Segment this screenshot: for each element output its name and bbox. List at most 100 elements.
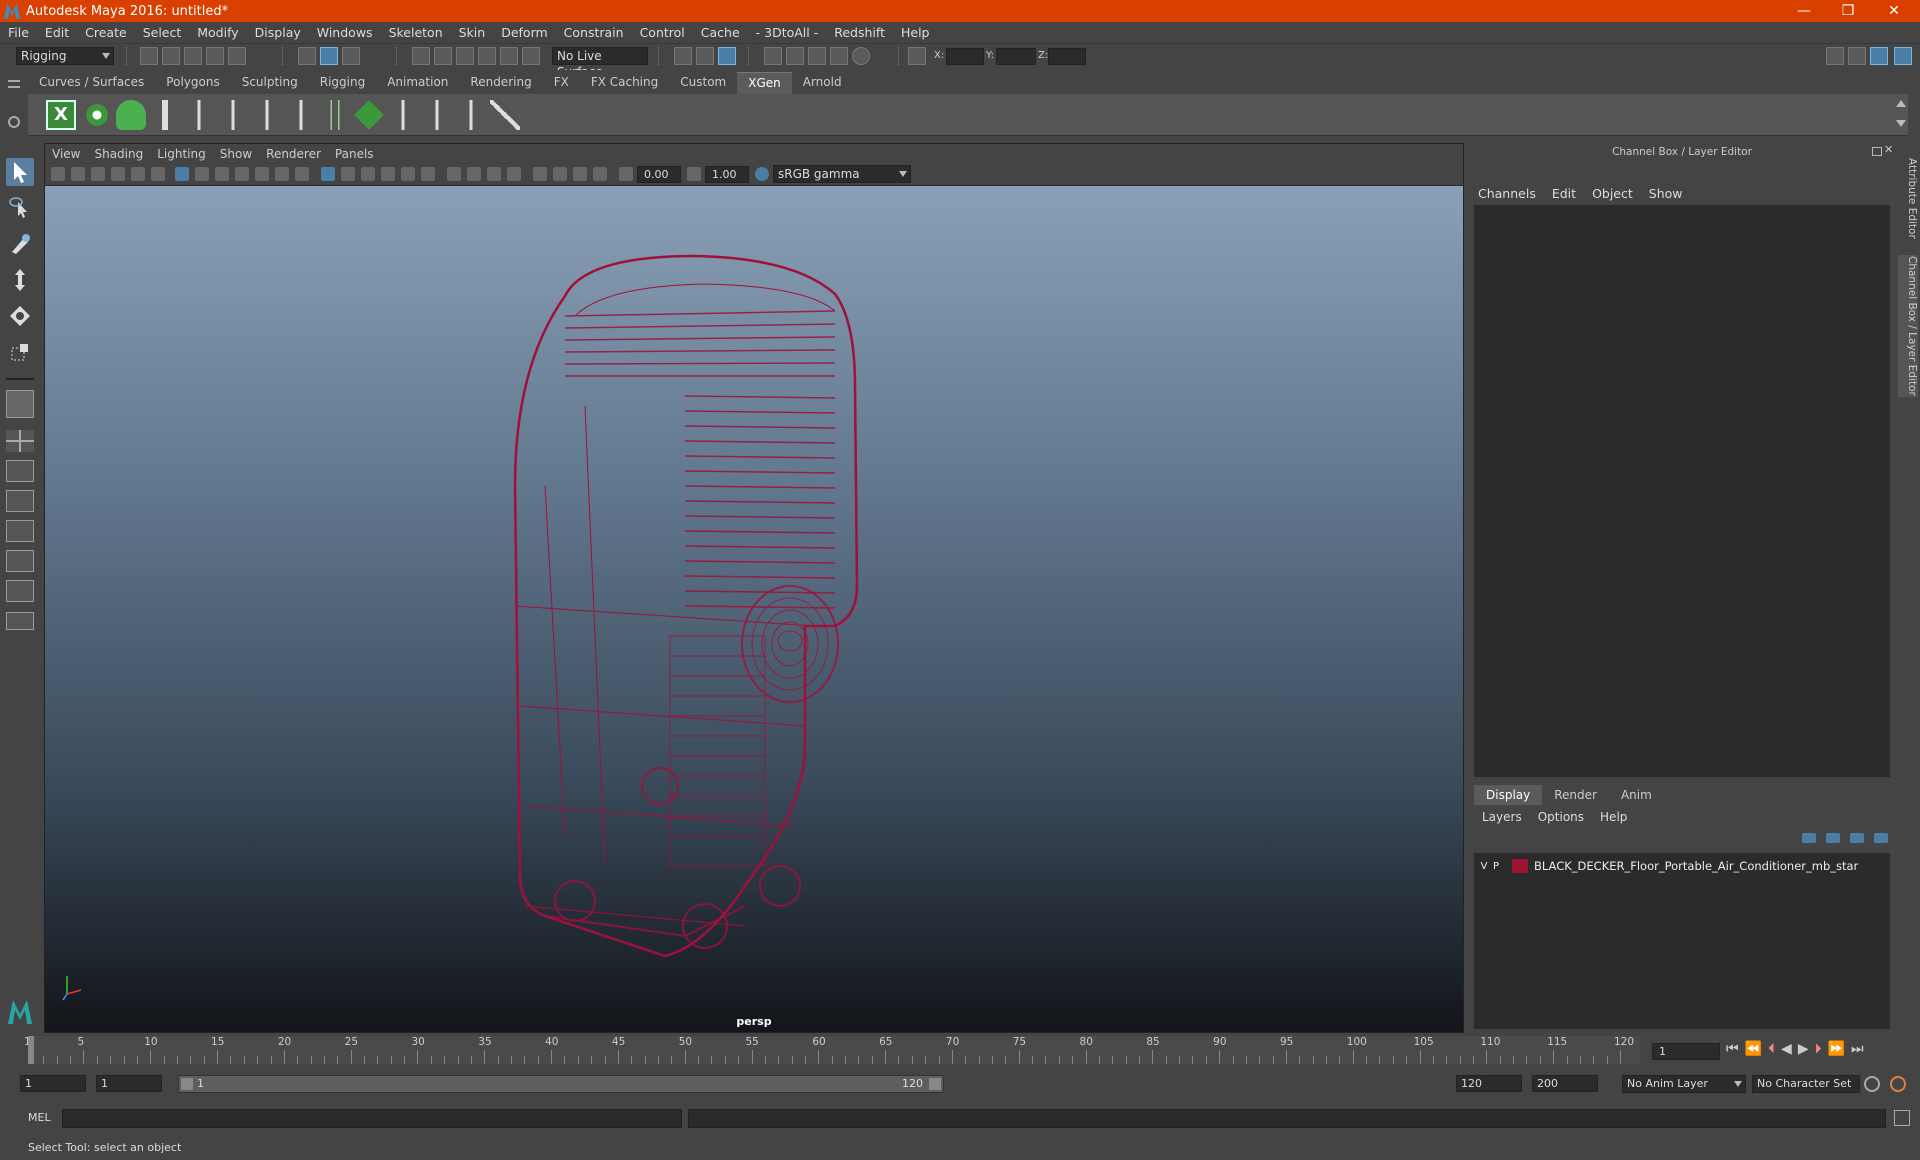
play-backward-icon[interactable]: ◀ [1781, 1041, 1798, 1057]
redo-icon[interactable] [228, 47, 246, 65]
shelf-gear-icon[interactable] [8, 116, 20, 128]
layer-editor-toggle-icon[interactable] [1894, 47, 1912, 65]
y-field[interactable] [996, 48, 1036, 65]
xgen-create-icon[interactable] [116, 100, 146, 130]
layer-tab-anim[interactable]: Anim [1609, 785, 1664, 805]
grid-icon[interactable] [175, 167, 189, 181]
render-settings-icon[interactable] [830, 47, 848, 65]
lasso-tool-icon[interactable] [6, 194, 34, 222]
film-gate-icon[interactable] [195, 167, 209, 181]
vp-menu-show[interactable]: Show [213, 147, 259, 161]
xray-components-icon[interactable] [593, 167, 607, 181]
script-editor-icon[interactable] [1894, 1110, 1910, 1126]
snap-curve-icon[interactable] [434, 47, 452, 65]
layer-visibility-toggle[interactable]: V [1478, 861, 1490, 872]
ambient-occlusion-icon[interactable] [447, 167, 461, 181]
select-hierarchy-icon[interactable] [298, 47, 316, 65]
menuset-dropdown[interactable]: Rigging [16, 47, 114, 65]
xray-icon[interactable] [553, 167, 567, 181]
playback-end-field[interactable]: 120 [1456, 1075, 1522, 1092]
shelf-tab-rendering[interactable]: Rendering [459, 72, 542, 94]
camera-select-icon[interactable] [51, 167, 65, 181]
xray-joints-icon[interactable] [573, 167, 587, 181]
render-view-icon[interactable] [764, 47, 782, 65]
menu-help[interactable]: Help [893, 25, 938, 40]
xgen-editor-icon[interactable]: X [46, 100, 76, 130]
shelf-tab-fx-caching[interactable]: FX Caching [580, 72, 669, 94]
colorspace-dropdown[interactable]: sRGB gamma [773, 165, 911, 183]
xgen-lock-length-icon[interactable] [286, 100, 316, 130]
save-scene-icon[interactable] [184, 47, 202, 65]
layer-menu-help[interactable]: Help [1592, 810, 1635, 824]
layer-playback-toggle[interactable]: P [1490, 861, 1502, 872]
z-field[interactable] [1048, 48, 1086, 65]
animation-prefs-icon[interactable] [1890, 1076, 1906, 1092]
menu-redshift[interactable]: Redshift [826, 25, 893, 40]
current-frame-field[interactable]: 1 [1652, 1043, 1720, 1060]
move-layer-down-icon[interactable] [1826, 833, 1840, 843]
image-plane-icon[interactable] [111, 167, 125, 181]
xgen-grass-icon[interactable] [320, 100, 350, 130]
shelf-scroll-down-icon[interactable] [1896, 120, 1906, 127]
gamma-field[interactable]: 1.00 [705, 166, 749, 183]
vp-menu-panels[interactable]: Panels [328, 147, 381, 161]
snap-live-icon[interactable] [500, 47, 518, 65]
x-field[interactable] [946, 48, 984, 65]
hypershade-icon[interactable] [852, 47, 870, 65]
xgen-add-guide-icon[interactable] [184, 100, 214, 130]
motion-blur-icon[interactable] [467, 167, 481, 181]
select-component-icon[interactable] [342, 47, 360, 65]
xgen-guide-length-icon[interactable] [252, 100, 282, 130]
menu-windows[interactable]: Windows [309, 25, 381, 40]
menu-3dtoall[interactable]: - 3DtoAll - [748, 25, 827, 40]
layer-color-swatch[interactable] [1512, 859, 1528, 873]
transform-mode-icon[interactable] [908, 47, 926, 65]
construction-history-icon[interactable] [718, 47, 736, 65]
attribute-editor-tab[interactable]: Attribute Editor [1898, 153, 1918, 243]
anim-layer-dropdown[interactable]: No Anim Layer [1622, 1075, 1746, 1093]
move-tool-icon[interactable] [6, 266, 34, 294]
select-object-icon[interactable] [320, 47, 338, 65]
end-frame-field[interactable]: 200 [1532, 1075, 1598, 1092]
cb-menu-edit[interactable]: Edit [1544, 186, 1584, 201]
character-set-dropdown[interactable]: No Character Set [1752, 1075, 1860, 1093]
shelf-menu-icon[interactable] [8, 80, 20, 88]
xgen-layer-icon[interactable] [354, 100, 384, 130]
menu-display[interactable]: Display [247, 25, 309, 40]
step-back-key-icon[interactable]: ⏴ [1768, 1041, 1781, 1057]
start-frame-field[interactable]: 1 [20, 1075, 86, 1092]
render-frame-icon[interactable] [786, 47, 804, 65]
shelf-tab-arnold[interactable]: Arnold [792, 72, 853, 94]
shelf-tab-curves[interactable]: Curves / Surfaces [28, 72, 155, 94]
vp-menu-view[interactable]: View [45, 147, 87, 161]
go-to-start-icon[interactable]: ⏮ [1726, 1041, 1745, 1057]
layer-tab-display[interactable]: Display [1474, 785, 1543, 805]
close-panel-icon[interactable]: ✕ [1884, 143, 1893, 156]
maya-home-icon[interactable] [6, 996, 34, 1026]
hypershade-layout-icon[interactable] [6, 550, 34, 572]
four-pane-layout-icon[interactable] [6, 430, 34, 452]
safe-title-icon[interactable] [295, 167, 309, 181]
isolate-select-icon[interactable] [533, 167, 547, 181]
snap-view-plane-icon[interactable] [478, 47, 496, 65]
xgen-preview-icon[interactable] [82, 100, 112, 130]
play-forward-icon[interactable]: ▶ [1798, 1041, 1815, 1057]
wireframe-on-shaded-icon[interactable] [361, 167, 375, 181]
step-back-icon[interactable]: ⏪ [1745, 1041, 1768, 1057]
minimize-button[interactable]: — [1782, 0, 1826, 22]
range-end-handle[interactable] [929, 1078, 941, 1090]
3d-viewport[interactable]: persp [45, 186, 1463, 1032]
modeling-toolkit-icon[interactable] [1826, 47, 1844, 65]
xgen-place-guide-icon[interactable] [150, 100, 180, 130]
paint-select-tool-icon[interactable] [6, 230, 34, 258]
new-layer-selected-icon[interactable] [1874, 833, 1888, 843]
rotate-tool-icon[interactable] [6, 302, 34, 330]
ipr-render-icon[interactable] [808, 47, 826, 65]
xgen-insert-cv-icon[interactable] [218, 100, 248, 130]
output-ops-icon[interactable] [696, 47, 714, 65]
vp-menu-shading[interactable]: Shading [87, 147, 150, 161]
single-pane-layout-icon[interactable] [6, 390, 34, 418]
shelf-tab-fx[interactable]: FX [543, 72, 580, 94]
time-slider-bar[interactable]: 1510152025303540455055606570758085909510… [24, 1036, 1640, 1064]
shelf-tab-polygons[interactable]: Polygons [155, 72, 230, 94]
